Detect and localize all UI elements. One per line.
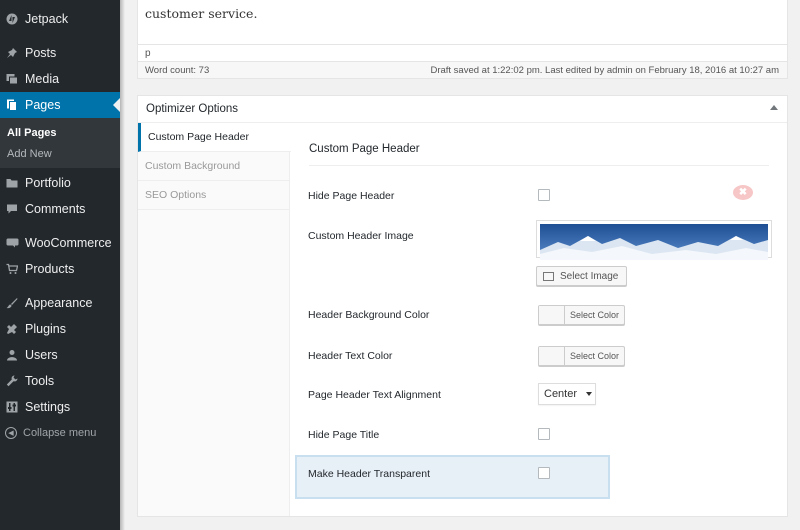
color-swatch[interactable]: [539, 347, 565, 365]
sidebar-shadow: [120, 0, 125, 530]
select-image-button[interactable]: Select Image: [536, 266, 627, 286]
sidebar-item-label: Pages: [25, 98, 61, 112]
sidebar-item-users[interactable]: Users: [0, 342, 120, 368]
sidebar-item-label: Products: [25, 262, 75, 276]
hide-page-header-label: Hide Page Header: [308, 190, 395, 202]
sidebar-item-pages[interactable]: Pages: [0, 92, 120, 118]
custom-header-image-label: Custom Header Image: [308, 230, 414, 242]
sidebar-item-comments[interactable]: Comments: [0, 196, 120, 222]
select-image-label: Select Image: [560, 270, 619, 282]
sidebar-item-label: Settings: [25, 400, 71, 414]
text-alignment-value: Center: [544, 388, 578, 400]
tab-custom-background[interactable]: Custom Background: [138, 152, 290, 181]
admin-sidebar: Jetpack Posts Media Pages All Pages Add …: [0, 0, 120, 530]
pages-submenu: All Pages Add New: [0, 118, 120, 168]
make-header-transparent-checkbox[interactable]: [538, 467, 550, 479]
panel-title: Custom Page Header: [309, 143, 420, 155]
make-header-transparent-label: Make Header Transparent: [308, 468, 430, 480]
sidebar-item-tools[interactable]: Tools: [0, 368, 120, 394]
brush-icon: [5, 296, 19, 310]
comment-icon: [5, 202, 19, 216]
header-text-color-label: Header Text Color: [308, 350, 393, 362]
sidebar-item-label: WooCommerce: [25, 236, 112, 250]
jetpack-icon: [5, 12, 19, 26]
settings-icon: [5, 400, 19, 414]
cart-icon: [5, 262, 19, 276]
image-icon: [543, 271, 554, 281]
header-bg-color-label: Header Background Color: [308, 309, 430, 321]
sidebar-item-woocommerce[interactable]: WooCommerce: [0, 230, 120, 256]
sidebar-item-products[interactable]: Products: [0, 256, 120, 282]
tab-custom-page-header[interactable]: Custom Page Header: [138, 123, 291, 152]
sidebar-item-media[interactable]: Media: [0, 66, 120, 92]
draft-status: Draft saved at 1:22:02 pm. Last edited b…: [430, 65, 779, 76]
text-alignment-select[interactable]: Center: [538, 383, 596, 405]
sidebar-item-jetpack[interactable]: Jetpack: [0, 6, 120, 32]
chevron-down-icon: [586, 392, 593, 396]
woo-icon: [5, 236, 19, 250]
pin-icon: [5, 46, 19, 60]
sidebar-item-label: Comments: [25, 202, 86, 216]
sidebar-item-label: Posts: [25, 46, 57, 60]
media-icon: [5, 72, 19, 86]
editor-path: p: [138, 44, 787, 61]
sidebar-item-label: Media: [25, 72, 60, 86]
tab-seo-options[interactable]: SEO Options: [138, 181, 290, 210]
plugin-icon: [5, 322, 19, 336]
sidebar-item-label: Users: [25, 348, 58, 362]
text-alignment-label: Page Header Text Alignment: [308, 389, 441, 401]
header-bg-color-picker[interactable]: Select Color: [538, 305, 626, 325]
editor-text[interactable]: customer service.: [145, 6, 257, 21]
sidebar-item-label: Jetpack: [25, 12, 69, 26]
sidebar-item-settings[interactable]: Settings: [0, 394, 120, 420]
select-color-label: Select Color: [570, 351, 620, 361]
color-swatch[interactable]: [539, 306, 565, 324]
metabox-header[interactable]: Optimizer Options: [138, 96, 787, 123]
sidebar-item-portfolio[interactable]: Portfolio: [0, 170, 120, 196]
collapse-menu-button[interactable]: ◀ Collapse menu: [0, 420, 120, 446]
mountain-image: [540, 224, 768, 260]
collapse-menu-label: Collapse menu: [23, 427, 97, 439]
wrench-icon: [5, 374, 19, 388]
header-image-preview: [536, 220, 772, 260]
editor-status-bar: Word count: 73 Draft saved at 1:22:02 pm…: [138, 61, 787, 78]
sidebar-item-plugins[interactable]: Plugins: [0, 316, 120, 342]
optimizer-options-box: Optimizer Options Custom Page Header Cus…: [137, 95, 788, 517]
close-icon[interactable]: ✖: [733, 185, 753, 200]
submenu-add-new[interactable]: Add New: [7, 148, 52, 160]
divider: [309, 165, 769, 166]
word-count: Word count: 73: [145, 65, 210, 76]
hide-page-header-checkbox[interactable]: [538, 189, 550, 201]
sidebar-item-appearance[interactable]: Appearance: [0, 290, 120, 316]
sidebar-item-label: Appearance: [25, 296, 93, 310]
collapse-toggle-icon[interactable]: [770, 105, 778, 110]
sidebar-item-label: Tools: [25, 374, 55, 388]
sidebar-item-label: Plugins: [25, 322, 66, 336]
submenu-all-pages[interactable]: All Pages: [7, 127, 57, 139]
options-tabs: Custom Page Header Custom Background SEO…: [138, 123, 291, 516]
collapse-icon: ◀: [5, 427, 17, 439]
content-editor[interactable]: customer service. p Word count: 73 Draft…: [137, 0, 788, 79]
pages-icon: [5, 98, 19, 112]
header-text-color-picker[interactable]: Select Color: [538, 346, 626, 366]
folder-icon: [5, 176, 19, 190]
sidebar-item-label: Portfolio: [25, 176, 71, 190]
hide-page-title-checkbox[interactable]: [538, 428, 550, 440]
select-color-label: Select Color: [570, 310, 620, 320]
metabox-title: Optimizer Options: [146, 103, 239, 115]
sidebar-item-posts[interactable]: Posts: [0, 40, 120, 66]
user-icon: [5, 348, 19, 362]
hide-page-title-label: Hide Page Title: [308, 429, 380, 441]
